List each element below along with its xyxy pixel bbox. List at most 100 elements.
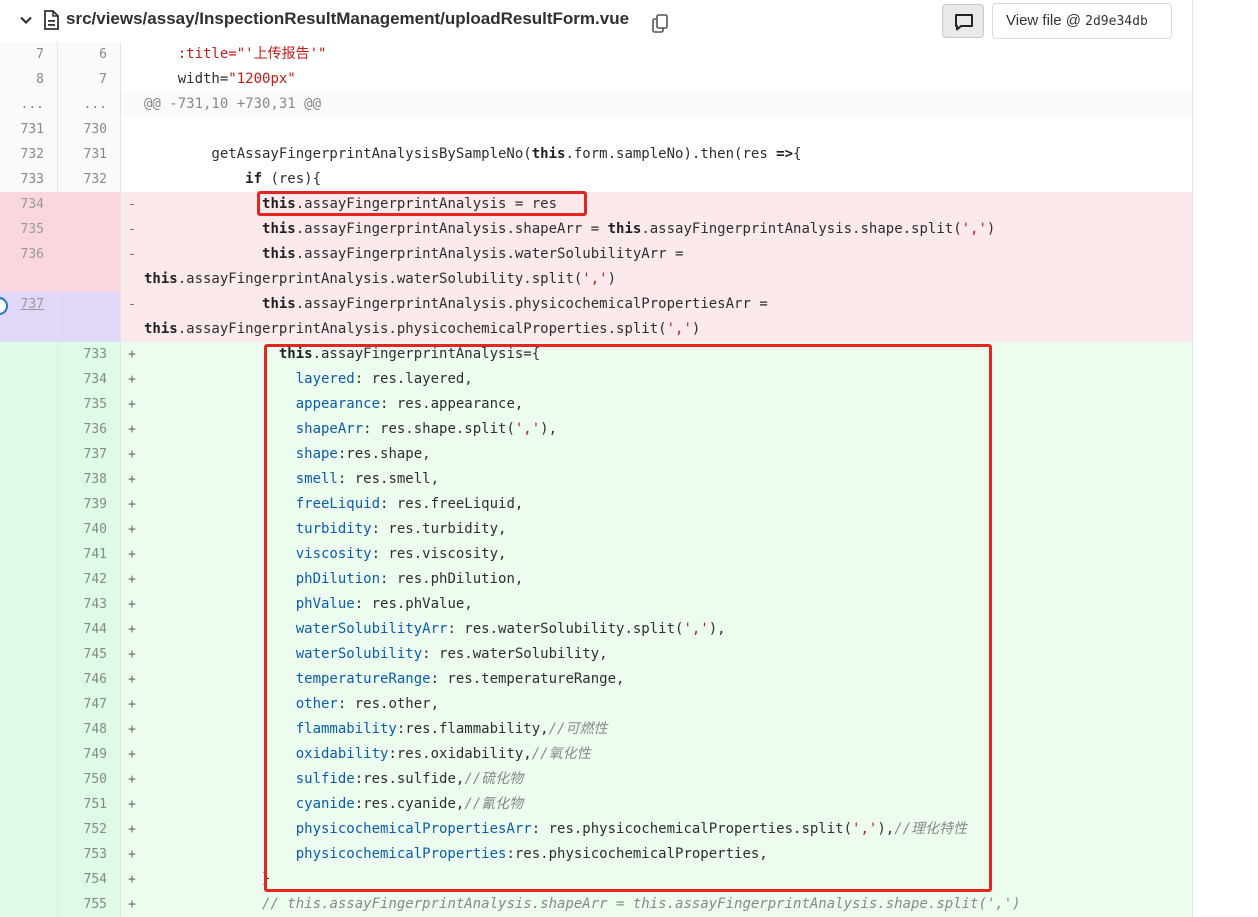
new-line-number[interactable]: ... <box>58 92 121 117</box>
new-line-number[interactable] <box>58 217 121 242</box>
diff-line-row: 8 7 width="1200px" <box>0 67 1192 92</box>
diff-sign: + <box>128 472 136 487</box>
old-line-number[interactable] <box>0 417 58 442</box>
diff-line-row: 731 730 <box>0 117 1192 142</box>
commit-sha: 2d9e34db <box>1085 14 1148 29</box>
code-text: // this.assayFingerprintAnalysis.shapeAr… <box>262 896 1021 912</box>
old-line-number[interactable]: ... <box>0 92 58 117</box>
comment-toggle-button[interactable] <box>942 4 984 38</box>
old-line-number[interactable] <box>0 792 58 817</box>
old-line-number[interactable]: 737 <box>0 292 58 342</box>
new-line-number[interactable]: 7 <box>58 67 121 92</box>
code-text-wrapped: this.assayFingerprintAnalysis.physicoche… <box>144 321 701 337</box>
new-line-number[interactable]: 745 <box>58 642 121 667</box>
new-line-number-text: 730 <box>83 122 107 137</box>
diff-sign: + <box>128 672 136 687</box>
old-line-number[interactable] <box>0 692 58 717</box>
new-line-number[interactable]: 731 <box>58 142 121 167</box>
file-path[interactable]: src/views/assay/InspectionResultManageme… <box>66 9 629 29</box>
old-line-number-text: ... <box>20 97 44 112</box>
copy-path-icon[interactable] <box>650 13 670 35</box>
old-line-number[interactable]: 735 <box>0 217 58 242</box>
new-line-number[interactable]: 755 <box>58 892 121 917</box>
new-line-number[interactable]: 733 <box>58 342 121 367</box>
old-line-number[interactable] <box>0 392 58 417</box>
new-line-number[interactable]: 743 <box>58 592 121 617</box>
old-line-number[interactable] <box>0 617 58 642</box>
old-line-number[interactable]: 732 <box>0 142 58 167</box>
diff-sign: + <box>128 747 136 762</box>
view-file-button[interactable]: View file @ 2d9e34db <box>992 3 1172 39</box>
new-line-number[interactable]: 754 <box>58 867 121 892</box>
new-line-number-text: 746 <box>83 672 107 687</box>
new-line-number-text: 745 <box>83 647 107 662</box>
new-line-number[interactable]: 748 <box>58 717 121 742</box>
comment-avatar-icon[interactable] <box>0 297 8 315</box>
old-line-number[interactable] <box>0 492 58 517</box>
diff-sign: + <box>128 422 136 437</box>
new-line-number[interactable]: 730 <box>58 117 121 142</box>
old-line-number[interactable] <box>0 467 58 492</box>
old-line-number[interactable] <box>0 742 58 767</box>
new-line-number[interactable] <box>58 192 121 217</box>
new-line-number[interactable]: 747 <box>58 692 121 717</box>
old-line-number[interactable] <box>0 717 58 742</box>
diff-line-row: 734- this.assayFingerprintAnalysis = res <box>0 192 1192 217</box>
new-line-number[interactable]: 739 <box>58 492 121 517</box>
old-line-number[interactable] <box>0 442 58 467</box>
old-line-number[interactable] <box>0 667 58 692</box>
old-line-number[interactable]: 731 <box>0 117 58 142</box>
new-line-number[interactable]: 738 <box>58 467 121 492</box>
new-line-number[interactable]: 750 <box>58 767 121 792</box>
new-line-number-text: 741 <box>83 547 107 562</box>
new-line-number[interactable]: 737 <box>58 442 121 467</box>
old-line-number[interactable] <box>0 367 58 392</box>
old-line-number[interactable] <box>0 867 58 892</box>
new-line-number-text: 740 <box>83 522 107 537</box>
new-line-number-text: 753 <box>83 847 107 862</box>
old-line-number[interactable] <box>0 542 58 567</box>
new-line-number[interactable]: 741 <box>58 542 121 567</box>
code-cell: + // this.assayFingerprintAnalysis.shape… <box>121 892 1192 917</box>
new-line-number[interactable]: 732 <box>58 167 121 192</box>
new-line-number[interactable] <box>58 292 121 342</box>
old-line-number[interactable] <box>0 892 58 917</box>
new-line-number[interactable] <box>58 242 121 292</box>
new-line-number[interactable]: 751 <box>58 792 121 817</box>
old-line-number[interactable]: 734 <box>0 192 58 217</box>
diff-sign: - <box>128 197 136 212</box>
new-line-number-text: ... <box>83 97 107 112</box>
code-cell: getAssayFingerprintAnalysisBySampleNo(th… <box>121 142 1192 167</box>
old-line-number-text: 732 <box>20 147 44 162</box>
old-line-number[interactable]: 733 <box>0 167 58 192</box>
old-line-number-text: 735 <box>20 222 44 237</box>
old-line-number[interactable] <box>0 342 58 367</box>
diff-sign: - <box>128 222 136 237</box>
old-line-number[interactable] <box>0 567 58 592</box>
code-text: getAssayFingerprintAnalysisBySampleNo(th… <box>144 146 802 162</box>
diff-sign: - <box>128 247 136 262</box>
code-text: @@ -731,10 +730,31 @@ <box>144 96 322 112</box>
new-line-number[interactable]: 749 <box>58 742 121 767</box>
new-line-number[interactable]: 734 <box>58 367 121 392</box>
new-line-number[interactable]: 742 <box>58 567 121 592</box>
new-line-number[interactable]: 736 <box>58 417 121 442</box>
old-line-number[interactable] <box>0 642 58 667</box>
new-line-number[interactable]: 746 <box>58 667 121 692</box>
old-line-number[interactable] <box>0 592 58 617</box>
old-line-number[interactable] <box>0 817 58 842</box>
new-line-number[interactable]: 744 <box>58 617 121 642</box>
old-line-number[interactable] <box>0 517 58 542</box>
new-line-number[interactable]: 753 <box>58 842 121 867</box>
old-line-number[interactable]: 8 <box>0 67 58 92</box>
new-line-number[interactable]: 740 <box>58 517 121 542</box>
old-line-number[interactable]: 736 <box>0 242 58 292</box>
old-line-number[interactable] <box>0 842 58 867</box>
chevron-down-icon[interactable] <box>18 12 34 28</box>
new-line-number[interactable]: 735 <box>58 392 121 417</box>
diff-sign: + <box>128 597 136 612</box>
old-line-number[interactable] <box>0 767 58 792</box>
old-line-number[interactable]: 7 <box>0 42 58 67</box>
new-line-number[interactable]: 6 <box>58 42 121 67</box>
new-line-number[interactable]: 752 <box>58 817 121 842</box>
